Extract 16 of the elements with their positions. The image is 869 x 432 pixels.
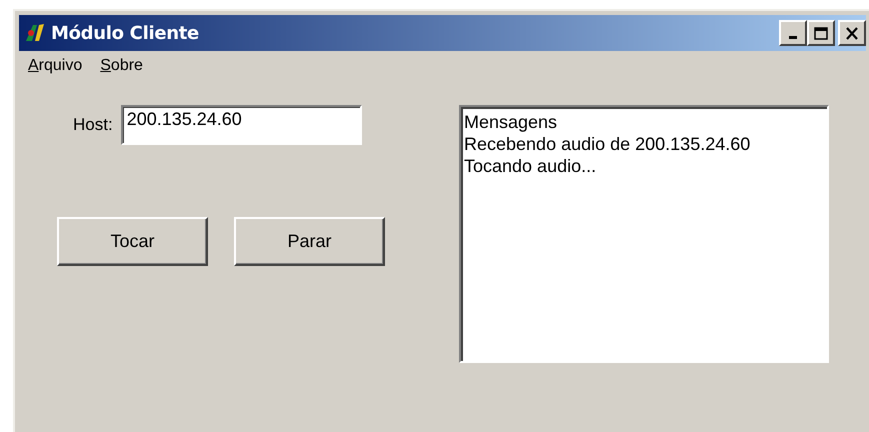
maximize-button[interactable]: [807, 20, 835, 46]
maximize-icon: [814, 26, 828, 40]
minimize-button[interactable]: [779, 20, 807, 46]
message-line: Mensagens: [464, 111, 558, 133]
close-icon: [845, 26, 859, 40]
host-field[interactable]: 200.135.24.60: [120, 105, 362, 145]
action-button[interactable]: Parar: [234, 217, 385, 266]
host-label: Host:: [73, 115, 113, 135]
window-title: Módulo Cliente: [51, 22, 200, 44]
menu-item[interactable]: Arquivo: [28, 57, 82, 75]
message-line: Recebendo audio de 200.135.24.60: [464, 133, 752, 155]
close-button[interactable]: [838, 20, 866, 46]
action-button[interactable]: Tocar: [57, 217, 208, 266]
message-line: Tocando audio...: [464, 155, 598, 177]
minimize-icon: [789, 36, 797, 39]
menu-item[interactable]: Sobre: [100, 57, 143, 75]
